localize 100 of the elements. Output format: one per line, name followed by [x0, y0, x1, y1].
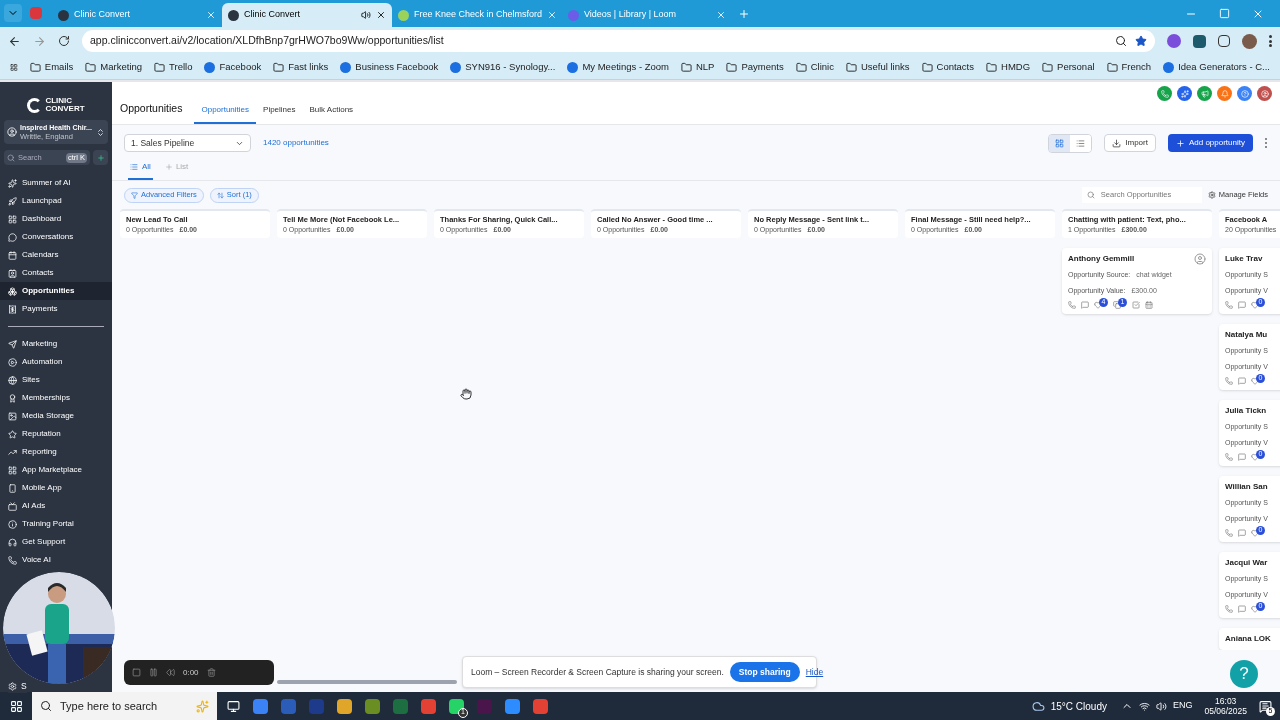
extension-icon[interactable]	[1193, 34, 1206, 48]
sidebar-item[interactable]: Conversations	[0, 228, 112, 246]
tab-icon[interactable]	[30, 7, 42, 19]
phone-icon[interactable]	[1068, 301, 1076, 309]
bookmark[interactable]: Personal	[1042, 59, 1095, 75]
trash-icon[interactable]	[206, 668, 216, 677]
user-avatar[interactable]	[1257, 86, 1272, 101]
help-icon[interactable]	[1237, 86, 1252, 101]
bookmark[interactable]: Business Facebook	[340, 59, 439, 75]
bookmark[interactable]: Payments	[726, 59, 784, 75]
sidebar-item[interactable]: Mobile App	[0, 479, 112, 497]
new-tab-icon[interactable]	[738, 8, 750, 20]
message-icon[interactable]	[1238, 605, 1246, 613]
bookmark[interactable]: Facebook	[204, 59, 262, 75]
bookmark[interactable]: Marketing	[85, 59, 143, 75]
task-icon[interactable]	[1132, 301, 1140, 309]
task-view-icon[interactable]	[227, 699, 240, 713]
phone-icon[interactable]	[1157, 86, 1172, 101]
taskbar-app-icon[interactable]	[421, 698, 436, 714]
message-icon[interactable]	[1238, 453, 1246, 461]
settings-item[interactable]: S	[8, 680, 27, 693]
logo[interactable]: CLINIC CONVERT	[0, 82, 112, 118]
stop-sharing-button[interactable]: Stop sharing	[729, 662, 800, 682]
apps-icon[interactable]	[10, 61, 18, 73]
bookmark[interactable]: Idea Generators - C...	[1163, 59, 1270, 75]
stop-icon[interactable]	[132, 668, 141, 677]
add-opportunity-button[interactable]: Add opportunity	[1167, 134, 1253, 152]
horizontal-scrollbar[interactable]	[277, 680, 457, 684]
sidebar-item[interactable]: Summer of AI	[0, 174, 112, 192]
bookmark-star-icon[interactable]	[1135, 35, 1147, 47]
page-tab[interactable]: Pipelines	[256, 104, 303, 124]
sidebar-item[interactable]: Marketing	[0, 335, 112, 353]
view-tab[interactable]: All	[128, 161, 153, 180]
weather-text[interactable]: 15°C Cloudy	[1050, 698, 1107, 714]
sidebar-item[interactable]: Payments	[0, 300, 112, 318]
message-icon[interactable]	[1081, 301, 1089, 309]
sidebar-item[interactable]: App Marketplace	[0, 461, 112, 479]
speaker-icon[interactable]	[361, 10, 371, 20]
extensions-icon[interactable]	[1218, 35, 1230, 47]
sidebar-item[interactable]: Calendars	[0, 246, 112, 264]
clock[interactable]: 16:03 05/06/2025	[1204, 696, 1247, 716]
sidebar-item[interactable]: Get Support	[0, 533, 112, 551]
profile-avatar[interactable]	[1242, 33, 1257, 49]
rewind-icon[interactable]	[166, 668, 175, 677]
bookmark[interactable]: My Meetings - Zoom	[567, 59, 669, 75]
message-icon[interactable]	[1238, 301, 1246, 309]
taskbar-app-icon[interactable]	[365, 698, 380, 714]
phone-icon[interactable]	[1225, 453, 1233, 461]
sidebar-item[interactable]: Automation	[0, 353, 112, 371]
bookmark[interactable]: French	[1106, 59, 1152, 75]
taskbar-search-field[interactable]: Type here to search	[32, 692, 217, 720]
sidebar-item[interactable]: Contacts	[0, 264, 112, 282]
sidebar-item[interactable]: AI Ads	[0, 497, 112, 515]
bookmark[interactable]: Useful links	[845, 59, 910, 75]
phone-icon[interactable]	[1225, 529, 1233, 537]
maximize-icon[interactable]	[1219, 8, 1230, 19]
forward-icon[interactable]	[33, 34, 46, 48]
phone-icon[interactable]	[1225, 301, 1233, 309]
phone-icon[interactable]	[1225, 377, 1233, 385]
bookmark[interactable]: HMDG	[986, 59, 1031, 75]
address-field[interactable]: app.clinicconvert.ai/v2/location/XLDfhBnp7grHWO7bo9Ww/opportunities/list	[82, 30, 1155, 52]
sidebar-item[interactable]: Reputation	[0, 425, 112, 443]
back-icon[interactable]	[8, 34, 21, 48]
pipeline-select[interactable]: 1. Sales Pipeline	[124, 134, 251, 152]
taskbar-app-icon[interactable]	[533, 698, 548, 714]
taskbar-app-icon[interactable]	[505, 698, 520, 714]
close-icon[interactable]	[376, 10, 386, 20]
sidebar-item[interactable]: Memberships	[0, 389, 112, 407]
opportunity-card[interactable]: Aniana LOK	[1219, 628, 1280, 650]
network-icon[interactable]	[1138, 700, 1150, 712]
recorder-controls[interactable]: 0:00	[124, 660, 274, 685]
person-icon[interactable]	[1194, 253, 1206, 265]
menu-icon[interactable]	[1269, 35, 1272, 47]
message-icon[interactable]	[1238, 529, 1246, 537]
sidebar-item[interactable]: Launchpad	[0, 192, 112, 210]
bookmark[interactable]: Emails	[29, 59, 74, 75]
reload-icon[interactable]	[58, 35, 70, 47]
message-icon[interactable]	[1238, 377, 1246, 385]
bookmark[interactable]: Fast links	[273, 59, 329, 75]
sidebar-item[interactable]: Dashboard	[0, 210, 112, 228]
phone-icon[interactable]	[1225, 605, 1233, 613]
sidebar-item[interactable]: Opportunities	[0, 282, 112, 300]
bookmark[interactable]: SYN916 - Synology...	[450, 59, 556, 75]
search-icon[interactable]	[1115, 35, 1127, 47]
volume-icon[interactable]	[1155, 700, 1167, 712]
sidebar-item[interactable]: Reporting	[0, 443, 112, 461]
list-view-button[interactable]	[1070, 134, 1092, 152]
language-indicator[interactable]: ENG	[1172, 699, 1193, 713]
page-tab[interactable]: Bulk Actions	[302, 104, 361, 124]
tab-search-button[interactable]	[4, 4, 22, 22]
calendar-icon[interactable]	[1145, 301, 1153, 309]
bookmark[interactable]: Contacts	[921, 59, 974, 75]
megaphone-icon[interactable]	[1197, 86, 1212, 101]
bookmark[interactable]: Clinic	[795, 59, 834, 75]
sidebar-item[interactable]: Training Portal	[0, 515, 112, 533]
grid-view-button[interactable]	[1049, 134, 1071, 152]
bookmark[interactable]: NLP	[680, 59, 715, 75]
bookmark[interactable]: Trello	[154, 59, 193, 75]
add-button[interactable]	[93, 150, 108, 165]
taskbar-app-icon[interactable]	[337, 698, 352, 714]
